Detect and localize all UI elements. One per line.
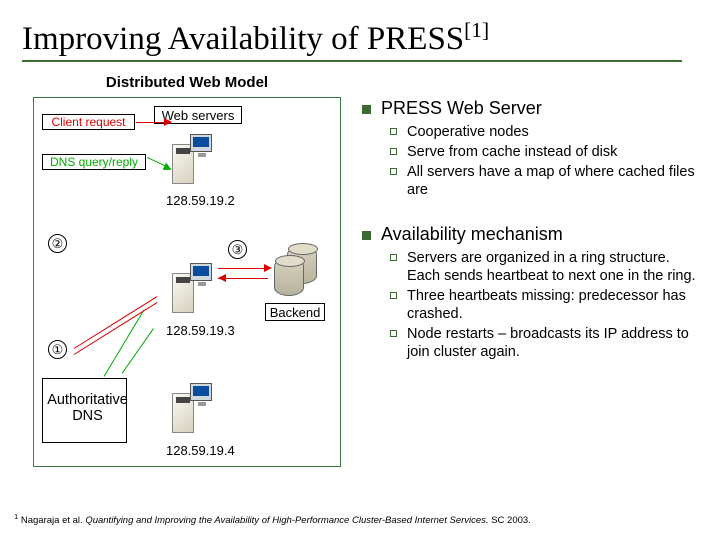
arrow-red-head [164,118,172,126]
circle-2: ② [48,234,67,253]
ip-label-2: 128.59.19.3 [166,323,235,338]
server-icon [172,383,212,439]
client-request-box: Client request [42,114,135,130]
bullet-square-icon [362,105,371,114]
bullet-open-square-icon [390,330,397,337]
dns-query-box: DNS query/reply [42,154,146,170]
bullet-square-icon [362,231,371,240]
bullet-l1: Availability mechanism [362,224,698,245]
bullet-open-square-icon [390,254,397,261]
footnote-title: Quantifying and Improving the Availabili… [85,515,488,526]
bullet-text: Availability mechanism [381,224,563,245]
bullet-open-square-icon [390,292,397,299]
slide-title: Improving Availability of PRESS[1] [22,18,698,58]
bullet-l2: Servers are organized in a ring structur… [390,249,698,285]
slide: Improving Availability of PRESS[1] Distr… [0,0,720,540]
diagram: Client request DNS query/reply Web serve… [33,97,341,467]
ip-label-1: 128.59.19.2 [166,193,235,208]
title-superscript: [1] [464,18,489,42]
bullet-l2: Cooperative nodes [390,123,698,141]
server-icon [172,134,212,190]
bullet-open-square-icon [390,128,397,135]
columns: Distributed Web Model Client request DNS… [22,74,698,467]
authoritative-dns-box: Authoritative DNS [42,378,127,443]
server-icon [172,263,212,319]
disk-icon [274,258,304,296]
ip-label-3: 128.59.19.4 [166,443,235,458]
bullet-l2: All servers have a map of where cached f… [390,163,698,199]
bullet-open-square-icon [390,148,397,155]
footnote-tail: SC 2003. [489,515,531,526]
arrow-red-head [264,264,272,272]
bullet-l2: Node restarts – broadcasts its IP addres… [390,325,698,361]
spacer [362,202,698,218]
circle-1: ① [48,340,67,359]
arrow-red-head [218,274,226,282]
left-heading: Distributed Web Model [22,74,352,91]
auth-dns-text: Authoritative DNS [46,393,129,425]
bullet-l1: PRESS Web Server [362,98,698,119]
backend-label: Backend [265,303,325,321]
bullet-l2: Three heartbeats missing: predecessor ha… [390,287,698,323]
circle-3: ③ [228,240,247,259]
arrow-green [104,309,145,376]
right-column: PRESS Web Server Cooperative nodes Serve… [362,74,698,363]
arrow-red [74,302,158,355]
bullet-l2: Serve from cache instead of disk [390,143,698,161]
title-rule [22,60,682,62]
footnote: 1 Nagaraja et al. Quantifying and Improv… [14,512,531,526]
left-column: Distributed Web Model Client request DNS… [22,74,352,467]
bullet-open-square-icon [390,168,397,175]
footnote-authors: Nagaraja et al. [18,515,85,526]
title-text: Improving Availability of PRESS [22,21,464,57]
bullet-text: PRESS Web Server [381,98,542,119]
arrow-red [218,268,268,269]
arrow-green [122,328,154,374]
